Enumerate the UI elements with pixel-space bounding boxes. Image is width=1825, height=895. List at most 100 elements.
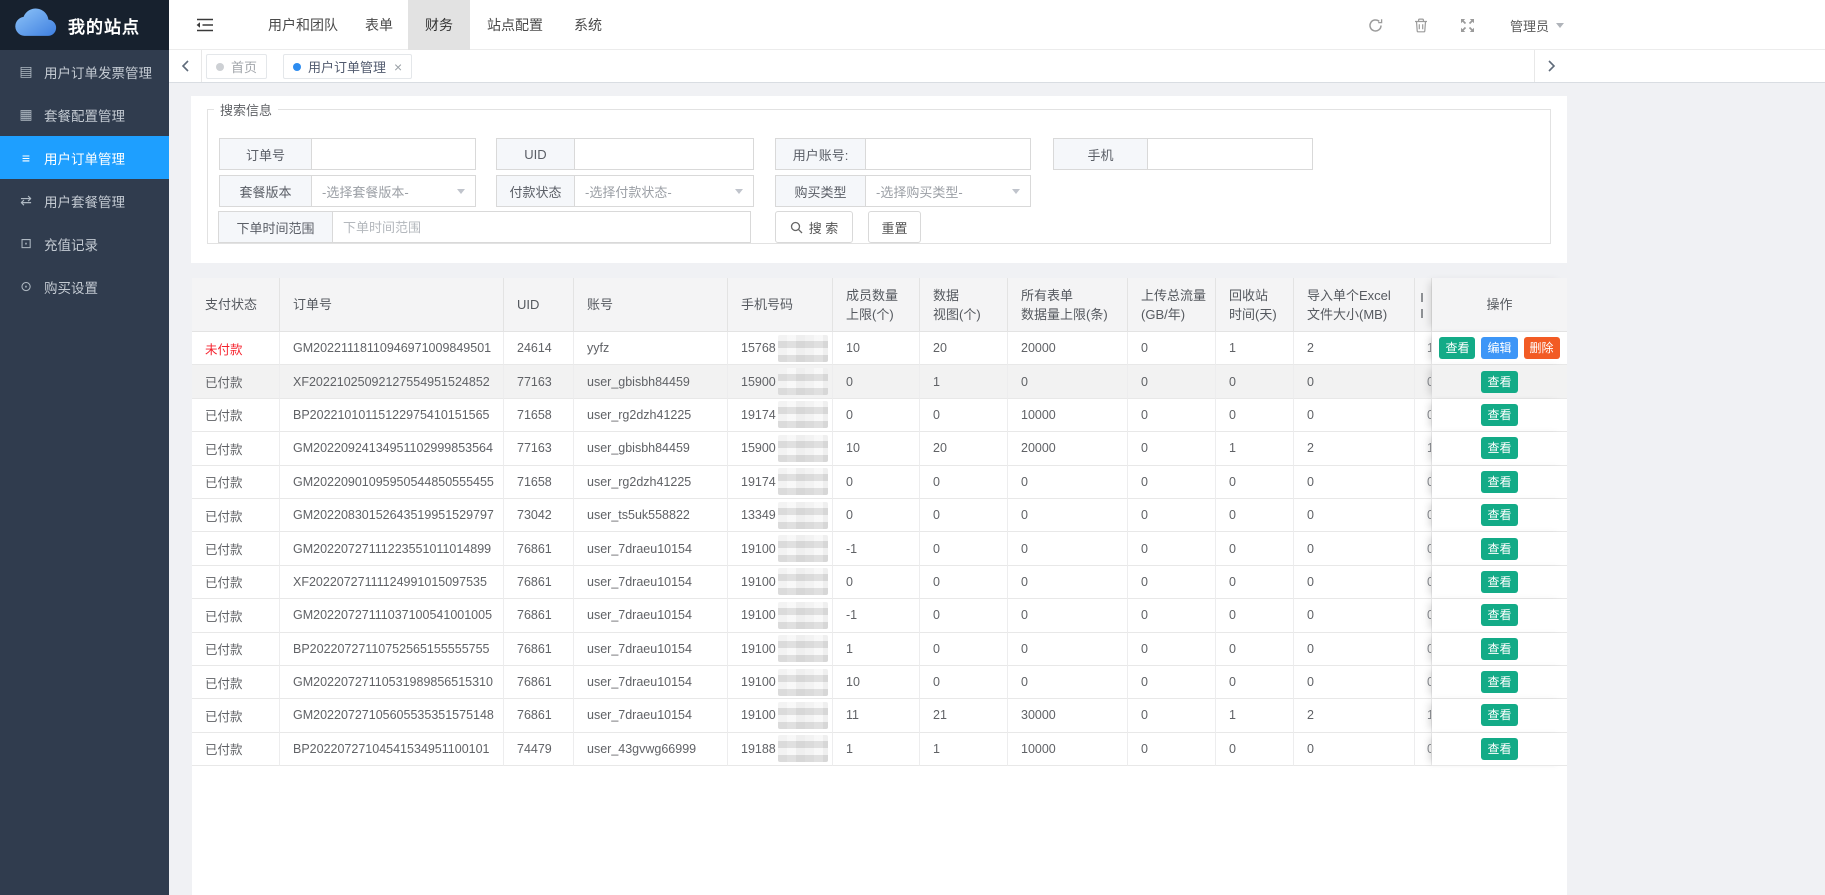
cell-recycle-days: 0 xyxy=(1216,566,1294,599)
cell-member-limit: 10 xyxy=(833,332,920,365)
pay-status-label: 付款状态 xyxy=(496,175,575,207)
tab-home[interactable]: 首页 xyxy=(206,54,267,79)
cell-data-views: 1 xyxy=(920,365,1008,398)
sidebar-item-recharge-records[interactable]: ⊡ 充值记录 xyxy=(0,222,169,265)
cell-actions: 查看 xyxy=(1432,365,1567,398)
reset-button[interactable]: 重置 xyxy=(868,211,921,243)
cell-member-limit: -1 xyxy=(833,532,920,565)
edit-button[interactable]: 编辑 xyxy=(1481,337,1517,359)
sidebar-item-user-packages[interactable]: ⇄ 用户套餐管理 xyxy=(0,179,169,222)
view-button[interactable]: 查看 xyxy=(1481,538,1517,560)
cell-clipped-column: 1 xyxy=(1415,332,1432,365)
collapse-menu-icon[interactable] xyxy=(196,17,214,38)
table-header-row: 支付状态订单号UID账号手机号码成员数量 上限(个)数据 视图(个)所有表单 数… xyxy=(192,278,1567,332)
cell-recycle-days: 0 xyxy=(1216,733,1294,766)
tab-user-orders[interactable]: 用户订单管理 × xyxy=(283,54,412,79)
cell-actions: 查看 xyxy=(1432,633,1567,666)
phone-field xyxy=(1148,138,1313,170)
table-row: 已付款GM2022072710560553535157514876861user… xyxy=(192,699,1567,732)
column-header: 订单号 xyxy=(280,278,504,332)
cell-excel-size: 0 xyxy=(1294,599,1415,632)
tabs-scroll-left-icon[interactable] xyxy=(169,50,202,82)
cell-order-no: GM20220727110531989856515310 xyxy=(280,666,504,699)
cell-phone: 19100 xyxy=(728,599,833,632)
cell-phone: 19174 xyxy=(728,466,833,499)
table-row: 已付款GM2022092413495110299985356477163user… xyxy=(192,432,1567,465)
sidebar-item-purchase-settings[interactable]: ⊙ 购买设置 xyxy=(0,265,169,308)
orders-table: 支付状态订单号UID账号手机号码成员数量 上限(个)数据 视图(个)所有表单 数… xyxy=(192,278,1567,895)
trash-icon[interactable] xyxy=(1414,17,1430,33)
table-row: 已付款GM2022072711122355101101489976861user… xyxy=(192,532,1567,565)
view-button[interactable]: 查看 xyxy=(1481,404,1517,426)
cell-data-views: 20 xyxy=(920,432,1008,465)
view-button[interactable]: 查看 xyxy=(1481,604,1517,626)
phone-group: 手机 xyxy=(1053,138,1313,170)
cell-upload-traffic: 0 xyxy=(1128,332,1216,365)
phone-input[interactable] xyxy=(1158,147,1302,162)
refresh-icon[interactable] xyxy=(1368,17,1384,33)
close-icon[interactable]: × xyxy=(394,59,402,75)
view-button[interactable]: 查看 xyxy=(1481,638,1517,660)
cell-uid: 71658 xyxy=(504,466,574,499)
nav-site-config[interactable]: 站点配置 xyxy=(487,0,543,50)
tabs-scroll-right-icon[interactable] xyxy=(1534,50,1567,82)
cell-uid: 77163 xyxy=(504,365,574,398)
cell-excel-size: 0 xyxy=(1294,733,1415,766)
fullscreen-icon[interactable] xyxy=(1460,17,1476,33)
view-button[interactable]: 查看 xyxy=(1481,471,1517,493)
sidebar-item-label: 用户订单发票管理 xyxy=(44,62,152,82)
view-button[interactable]: 查看 xyxy=(1481,738,1517,760)
cell-account: user_7draeu10154 xyxy=(574,699,728,732)
search-button[interactable]: 搜 索 xyxy=(775,211,853,243)
uid-label: UID xyxy=(496,138,575,170)
app-logo: 我的站点 xyxy=(0,0,169,50)
order-no-input[interactable] xyxy=(322,147,465,162)
sidebar-item-package-config[interactable]: ▦ 套餐配置管理 xyxy=(0,93,169,136)
plan-label: 套餐版本 xyxy=(219,175,312,207)
sidebar-item-invoice-management[interactable]: ▤ 用户订单发票管理 xyxy=(0,50,169,93)
view-button[interactable]: 查看 xyxy=(1439,337,1475,359)
cell-uid: 74479 xyxy=(504,733,574,766)
nav-system[interactable]: 系统 xyxy=(574,0,602,50)
cell-phone: 13349 xyxy=(728,499,833,532)
view-button[interactable]: 查看 xyxy=(1481,504,1517,526)
time-range-input[interactable] xyxy=(343,220,740,235)
cell-upload-traffic: 0 xyxy=(1128,699,1216,732)
purchase-settings-icon: ⊙ xyxy=(17,278,35,295)
cell-member-limit: 1 xyxy=(833,633,920,666)
chevron-down-icon xyxy=(1556,23,1564,32)
cell-order-no: GM20221118110946971009849501 xyxy=(280,332,504,365)
cell-actions: 查看 xyxy=(1432,466,1567,499)
cell-recycle-days: 1 xyxy=(1216,432,1294,465)
phone-blur-mosaic xyxy=(778,702,828,729)
tab-dot-icon xyxy=(293,63,301,71)
plan-select[interactable]: -选择套餐版本- xyxy=(312,175,476,207)
phone-prefix: 19100 xyxy=(741,675,776,689)
view-button[interactable]: 查看 xyxy=(1481,437,1517,459)
nav-users-teams[interactable]: 用户和团队 xyxy=(268,0,338,50)
table-row: 已付款BP2022072711075256515555575576861user… xyxy=(192,633,1567,666)
account-input[interactable] xyxy=(876,147,1020,162)
sidebar-item-user-orders[interactable]: ≡ 用户订单管理 xyxy=(0,136,169,179)
cell-excel-size: 0 xyxy=(1294,399,1415,432)
cell-actions: 查看 xyxy=(1432,733,1567,766)
table-row: 已付款GM2022083015264351995152979773042user… xyxy=(192,499,1567,532)
nav-finance[interactable]: 财务 xyxy=(408,0,470,50)
pay-status-select[interactable]: -选择付款状态- xyxy=(575,175,754,207)
view-button[interactable]: 查看 xyxy=(1481,371,1517,393)
cell-data-views: 0 xyxy=(920,466,1008,499)
delete-button[interactable]: 删除 xyxy=(1524,337,1560,359)
column-header: 手机号码 xyxy=(728,278,833,332)
buy-type-select[interactable]: -选择购买类型- xyxy=(866,175,1031,207)
sidebar-menu: ▤ 用户订单发票管理 ▦ 套餐配置管理 ≡ 用户订单管理 ⇄ 用户套餐管理 ⊡ … xyxy=(0,50,169,308)
nav-forms[interactable]: 表单 xyxy=(365,0,393,50)
time-range-group: 下单时间范围 xyxy=(218,211,751,243)
admin-menu[interactable]: 管理员 xyxy=(1510,16,1564,35)
view-button[interactable]: 查看 xyxy=(1481,671,1517,693)
cell-order-no: BP20221010115122975410151565 xyxy=(280,399,504,432)
view-button[interactable]: 查看 xyxy=(1481,571,1517,593)
cell-clipped-column: 0 xyxy=(1415,733,1432,766)
view-button[interactable]: 查看 xyxy=(1481,704,1517,726)
uid-input[interactable] xyxy=(585,147,743,162)
cell-recycle-days: 0 xyxy=(1216,466,1294,499)
